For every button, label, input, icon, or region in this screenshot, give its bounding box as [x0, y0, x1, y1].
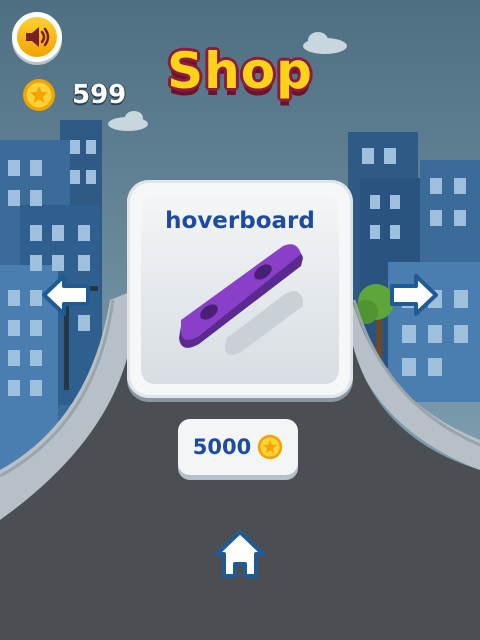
- home-icon[interactable]: [213, 528, 267, 582]
- arrow-right-icon[interactable]: [386, 270, 440, 320]
- arrow-left-icon[interactable]: [40, 270, 94, 320]
- item-price: 5000: [192, 435, 252, 459]
- hoverboard-icon: [179, 244, 303, 355]
- game-screen: 599 Shop hoverboard 5000: [0, 0, 480, 640]
- page-title: Shop: [167, 42, 313, 100]
- item-name: hoverboard: [165, 208, 315, 234]
- coin-star-icon: [257, 434, 283, 460]
- shop-item-card[interactable]: hoverboard: [127, 180, 353, 398]
- buy-price-button[interactable]: 5000: [178, 419, 298, 475]
